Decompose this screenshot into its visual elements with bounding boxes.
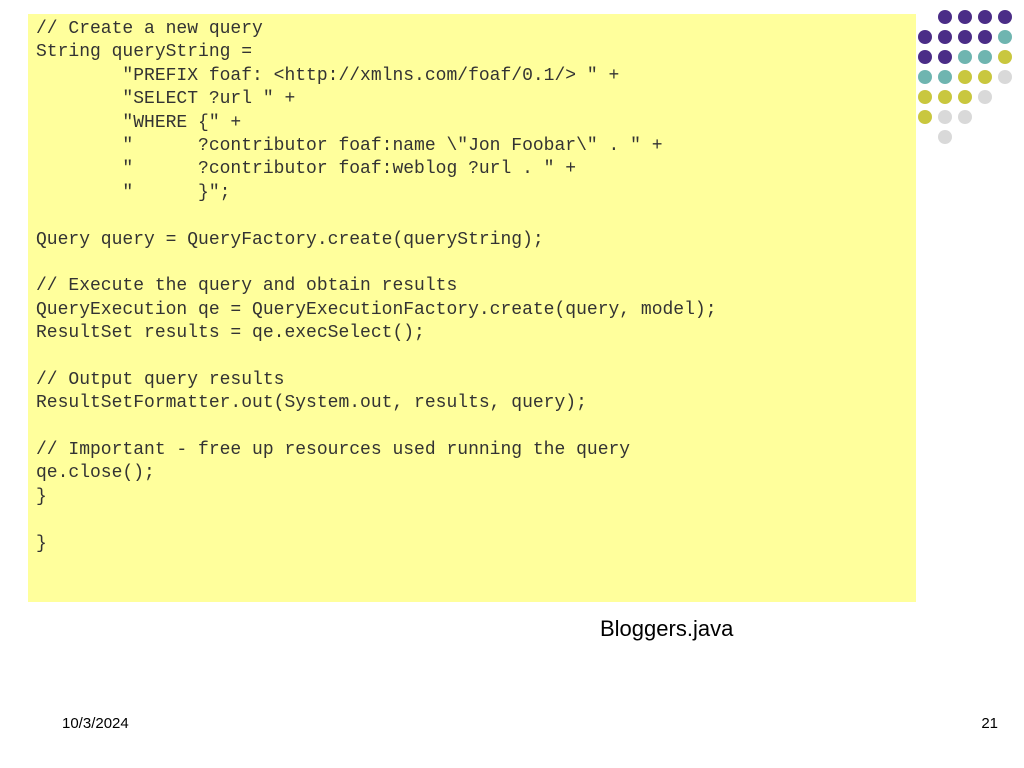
- decorative-dot: [958, 130, 972, 144]
- decorative-dot: [958, 10, 972, 24]
- decorative-dot: [978, 130, 992, 144]
- decorative-dot: [958, 30, 972, 44]
- decorative-dot: [998, 130, 1012, 144]
- decorative-dot: [958, 50, 972, 64]
- decorative-dot: [918, 130, 932, 144]
- decorative-dot: [938, 10, 952, 24]
- decorative-dot: [938, 50, 952, 64]
- decorative-dot: [918, 70, 932, 84]
- decorative-dot: [918, 30, 932, 44]
- caption-filename: Bloggers.java: [600, 616, 733, 642]
- decorative-dot: [918, 50, 932, 64]
- decorative-dot: [958, 110, 972, 124]
- decorative-dot: [918, 90, 932, 104]
- decorative-dot: [938, 30, 952, 44]
- decorative-dot: [998, 90, 1012, 104]
- decorative-dot: [958, 90, 972, 104]
- footer-date: 10/3/2024: [62, 715, 129, 732]
- code-block: // Create a new query String queryString…: [28, 14, 916, 602]
- decorative-dot: [998, 110, 1012, 124]
- decorative-dot: [938, 90, 952, 104]
- decorative-dot: [998, 70, 1012, 84]
- decorative-dot: [978, 50, 992, 64]
- decorative-dot: [938, 70, 952, 84]
- decorative-dot: [958, 70, 972, 84]
- decorative-dot: [938, 130, 952, 144]
- decorative-dot: [978, 110, 992, 124]
- decorative-dot: [998, 30, 1012, 44]
- decorative-dot: [998, 50, 1012, 64]
- decorative-dot: [978, 10, 992, 24]
- decorative-dot: [998, 10, 1012, 24]
- decorative-dot: [918, 110, 932, 124]
- decorative-dot: [978, 90, 992, 104]
- decorative-dot: [978, 70, 992, 84]
- footer-page-number: 21: [981, 715, 998, 732]
- decorative-dot: [938, 110, 952, 124]
- decorative-dot: [978, 30, 992, 44]
- decorative-dot: [918, 10, 932, 24]
